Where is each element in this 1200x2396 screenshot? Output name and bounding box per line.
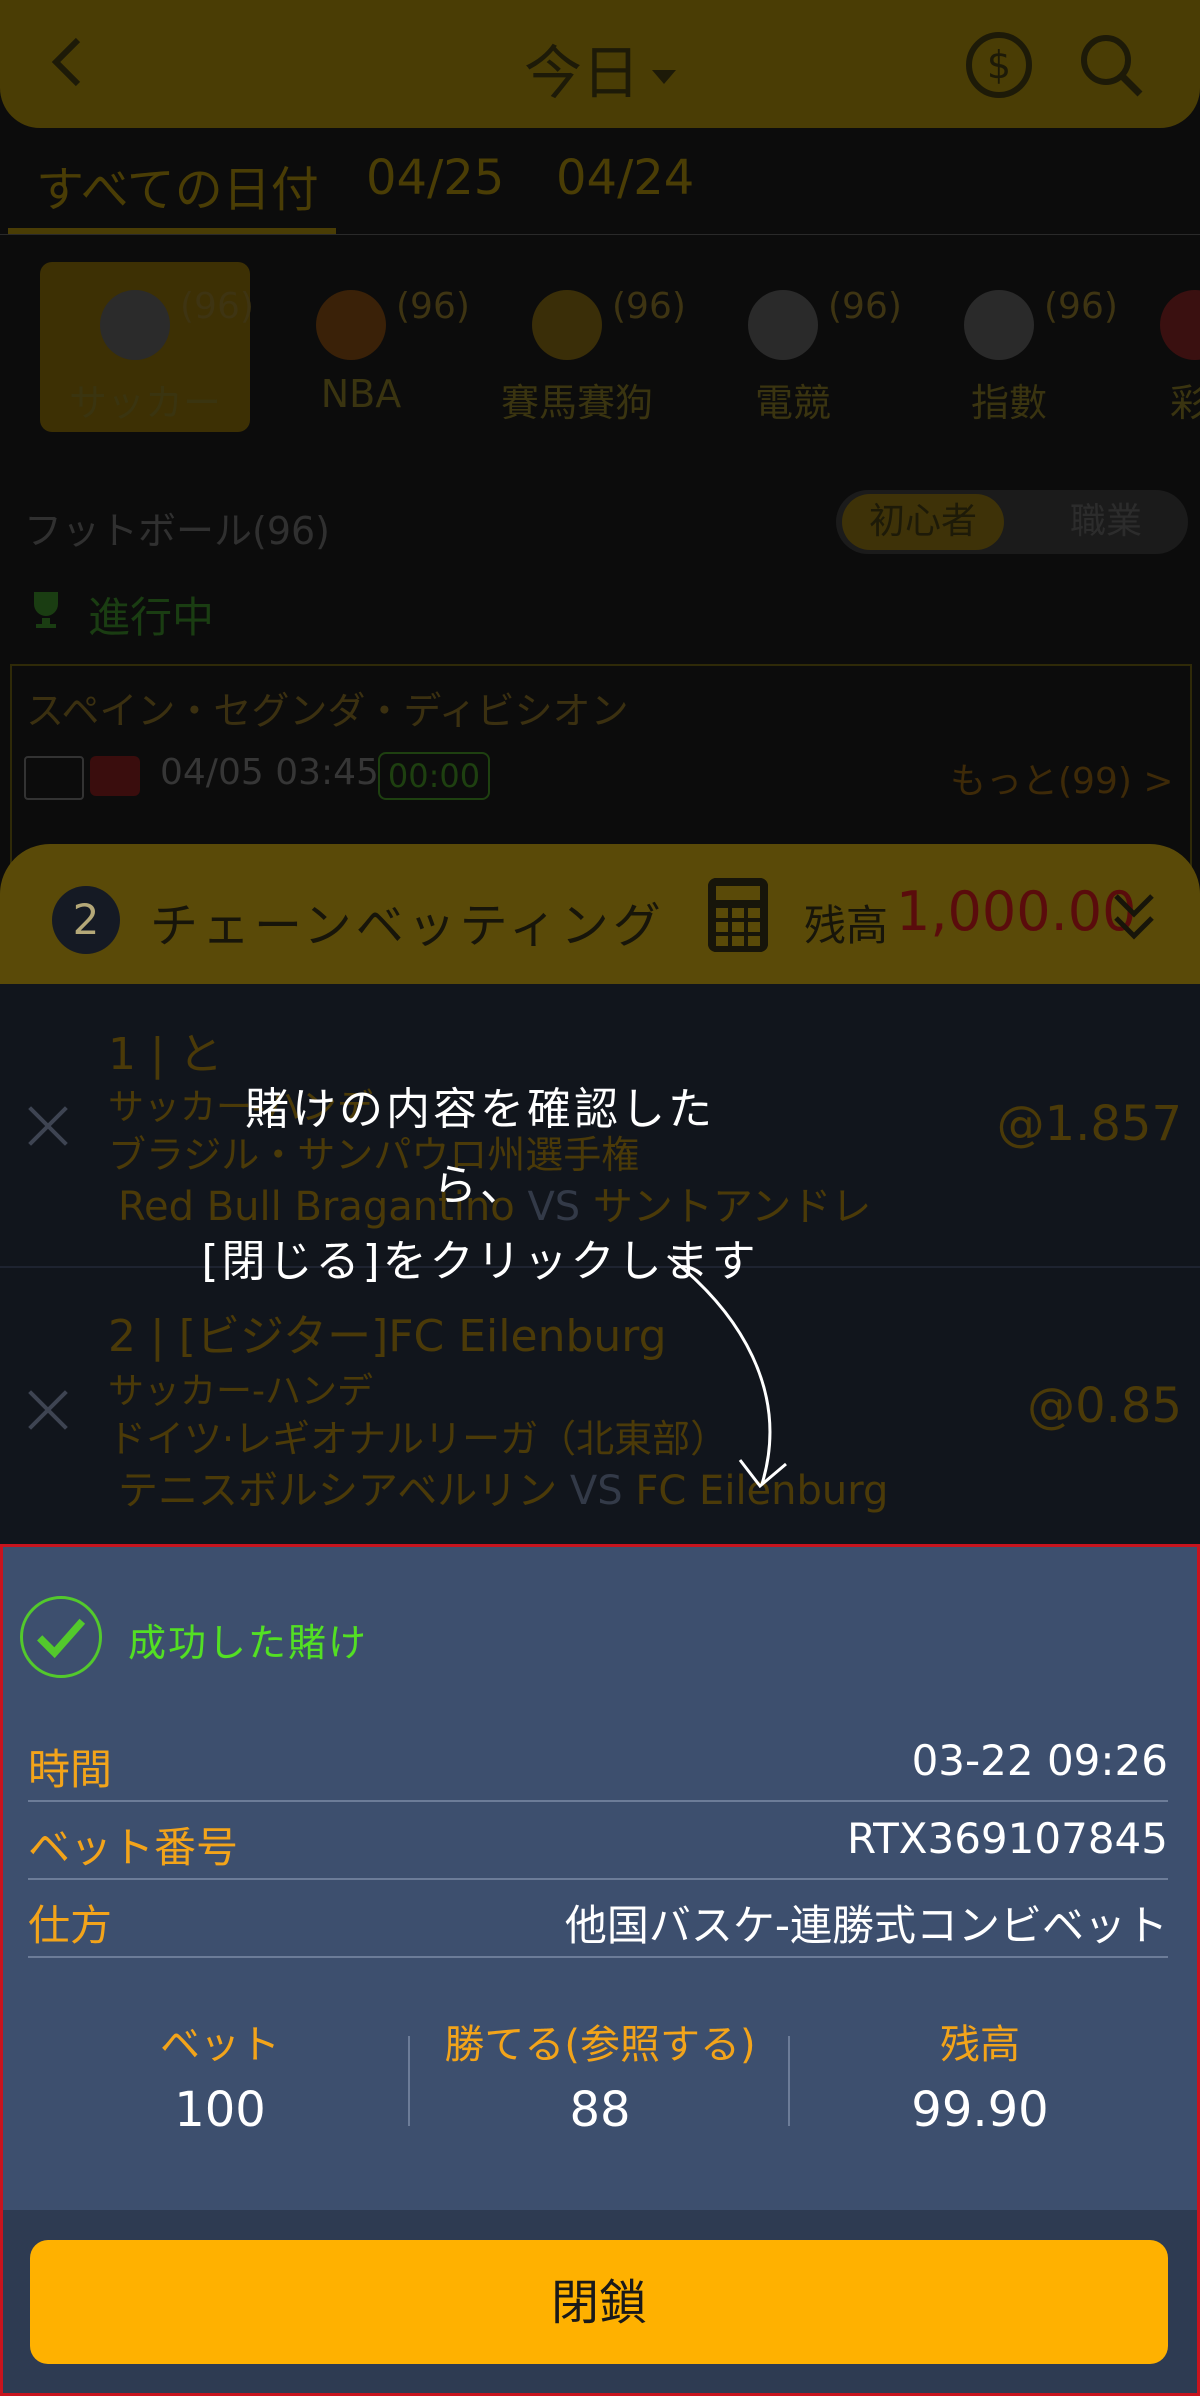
bet-selection: 2 | [ビジター]FC Eilenburg [108, 1311, 667, 1362]
lottery-icon [1160, 290, 1200, 360]
collapse-icon[interactable] [1112, 890, 1156, 944]
video-icon[interactable] [90, 756, 140, 796]
stat-label: 勝てる(参照する) [444, 2022, 756, 2068]
scoreboard-icon[interactable] [24, 756, 84, 800]
info-value: 他国バスケ-連勝式コンビベット [564, 1901, 1168, 1950]
sport-label: 賽馬賽狗 [500, 381, 653, 425]
stat-value: 99.90 [911, 2082, 1049, 2138]
tab-all-dates[interactable]: すべての日付 [36, 150, 319, 220]
success-status: 成功した賭け [128, 1621, 369, 1665]
bet-odds: @0.85 [1027, 1378, 1182, 1434]
stat-label: 残高 [940, 2022, 1020, 2068]
info-row-bet-number: ベット番号 RTX369107845 [28, 1800, 1168, 1880]
info-value: RTX369107845 [846, 1814, 1168, 1863]
balance-label: 残高 [804, 901, 889, 950]
match-league: スペイン・セグンダ・ディビシオン [26, 689, 629, 733]
search-icon[interactable] [1076, 30, 1146, 100]
bet-league: ドイツ·レギオナルリーガ（北東部） [108, 1417, 729, 1461]
match-clock: 00:00 [378, 752, 490, 800]
home-team: テニスボルシアベルリン [118, 1468, 558, 1514]
info-key: ベット番号 [28, 1823, 239, 1872]
soccer-ball-icon [100, 290, 170, 360]
curved-arrow-icon [667, 1254, 787, 1489]
stat-value: 100 [174, 2082, 266, 2138]
sport-count: (96) [396, 286, 470, 327]
sport-count: (96) [180, 286, 254, 327]
gamepad-icon [748, 290, 818, 360]
live-label: 進行中 [88, 593, 215, 642]
tab-date-0424[interactable]: 04/24 [556, 150, 694, 206]
stat-value: 88 [569, 2082, 631, 2138]
divider [0, 234, 1200, 235]
calculator-icon[interactable] [708, 878, 768, 952]
remove-bet-icon[interactable] [26, 1388, 70, 1432]
section-title: フットボール(96) [24, 509, 331, 553]
info-key: 時間 [28, 1745, 113, 1794]
trophy-icon [34, 592, 58, 628]
sport-esports[interactable]: (96) 電競 [688, 262, 902, 432]
page-title-text: 今日 [523, 39, 640, 107]
horseshoe-icon [532, 290, 602, 360]
sport-label: 電競 [754, 381, 831, 425]
sport-racing[interactable]: (96) 賽馬賽狗 [472, 262, 686, 432]
sport-label: サッカー [68, 381, 221, 425]
sport-count: (96) [828, 286, 902, 327]
sport-label: 指數 [970, 381, 1047, 425]
info-row-method: 仕方 他国バスケ-連勝式コンビベット [28, 1878, 1168, 1958]
check-circle-icon [20, 1596, 102, 1678]
bar-chart-icon [964, 290, 1034, 360]
stat-balance: 残高 99.90 [790, 2012, 1170, 2138]
match-time: 04/05 03:45 [160, 752, 379, 793]
bet-odds: @1.857 [996, 1096, 1182, 1152]
sport-label: NBA [320, 372, 402, 416]
mode-beginner[interactable]: 初心者 [842, 494, 1004, 550]
sport-index[interactable]: (96) 指數 [904, 262, 1118, 432]
bet-market: サッカー-ハンデ [108, 1371, 373, 1412]
bet-item: 2 | [ビジター]FC Eilenburg サッカー-ハンデ ドイツ·レギオナ… [0, 1268, 1200, 1552]
info-row-time: 時間 03-22 09:26 [28, 1722, 1168, 1802]
info-value: 03-22 09:26 [911, 1736, 1168, 1785]
dollar-circle-icon[interactable]: $ [966, 32, 1032, 98]
sport-label: 彩 [1170, 381, 1200, 425]
guide-line-1: 賭けの内容を確認したら、 [245, 1084, 715, 1211]
sport-nba[interactable]: (96) NBA [256, 262, 470, 432]
info-key: 仕方 [28, 1901, 113, 1950]
date-tabs: すべての日付 04/25 04/24 [0, 150, 1200, 234]
stat-bet: ベット 100 [30, 2012, 410, 2138]
remove-bet-icon[interactable] [26, 1104, 70, 1148]
vs-label: VS [569, 1468, 623, 1514]
bet-count-badge: 2 [52, 886, 120, 954]
stat-winnings: 勝てる(参照する) 88 [410, 2012, 790, 2138]
sport-lottery[interactable]: 彩 [1120, 262, 1200, 432]
close-button[interactable]: 閉鎖 [30, 2240, 1168, 2364]
stat-label: ベット [160, 2022, 280, 2068]
basketball-icon [316, 290, 386, 360]
sport-count: (96) [612, 286, 686, 327]
sport-soccer[interactable]: (96) サッカー [40, 262, 254, 432]
tab-date-0425[interactable]: 04/25 [366, 150, 504, 206]
balance-value: 1,000.00 [896, 880, 1137, 943]
sport-count: (96) [1044, 286, 1118, 327]
mode-pro[interactable]: 職業 [1026, 494, 1186, 550]
bet-slip-title: チェーンベッティング [150, 898, 665, 954]
caret-down-icon [652, 69, 676, 84]
more-bets-link[interactable]: もっと(99) > [950, 752, 1174, 804]
